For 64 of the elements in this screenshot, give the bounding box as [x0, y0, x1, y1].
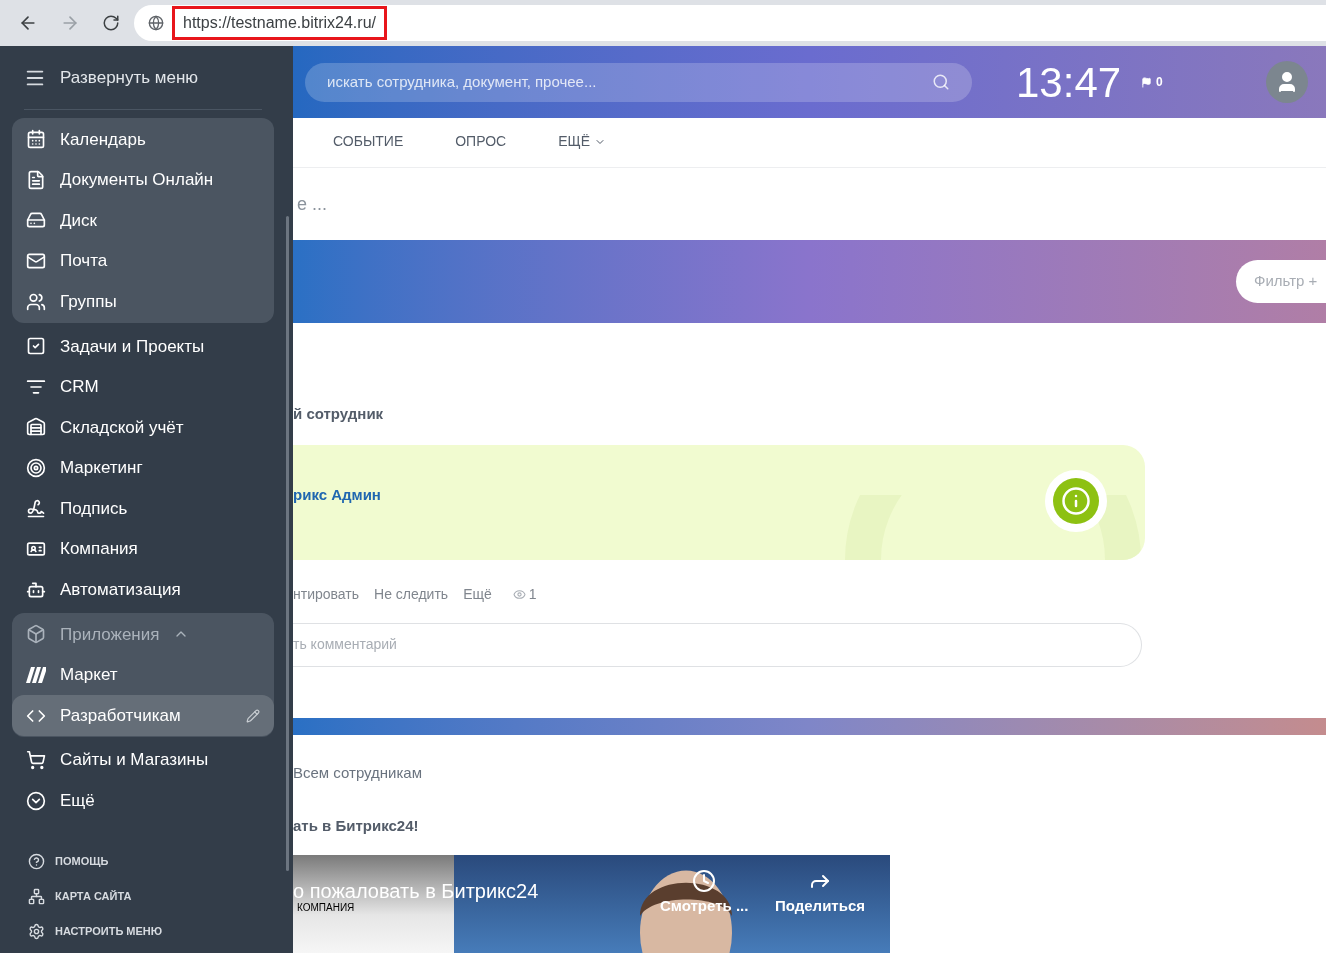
- menu-item[interactable]: Маркетинг: [12, 447, 274, 489]
- clock-time: 13:47: [1016, 57, 1122, 108]
- help-icon: [28, 853, 45, 870]
- user-avatar[interactable]: [1266, 61, 1308, 103]
- footer-menu-item[interactable]: НАСТРОИТЬ МЕНЮ: [12, 914, 274, 949]
- pencil-icon[interactable]: [246, 708, 260, 723]
- post-title: ать в Битрикс24!: [293, 816, 420, 836]
- reload-icon[interactable]: [102, 14, 120, 32]
- menu-item[interactable]: CRM: [12, 366, 274, 408]
- document-icon: [26, 169, 46, 190]
- menu-item[interactable]: Сайты и Магазины: [12, 739, 274, 781]
- settings-icon: [28, 923, 45, 940]
- composer-tab[interactable]: СОБЫТИЕ: [333, 118, 404, 167]
- slashes-icon: [26, 667, 46, 683]
- composer-tab[interactable]: ОПРОС: [455, 118, 507, 167]
- video-caption: КОМПАНИЯ: [297, 902, 355, 913]
- menu-item[interactable]: Разработчикам: [12, 695, 274, 736]
- info-icon: [1061, 485, 1091, 516]
- url-text[interactable]: https://testname.bitrix24.ru/: [172, 6, 387, 40]
- footer-menu-item[interactable]: ПОМОЩЬ: [12, 844, 274, 879]
- employee-name[interactable]: рикс Админ: [293, 483, 381, 507]
- post-title: й сотрудник: [293, 404, 385, 424]
- video-action-button[interactable]: Поделиться: [775, 868, 866, 917]
- menu-item[interactable]: Ещё: [12, 780, 274, 822]
- address-bar[interactable]: https://testname.bitrix24.ru/: [134, 5, 1326, 41]
- menu-item[interactable]: Диск: [12, 200, 274, 241]
- drive-icon: [26, 210, 46, 231]
- cube-icon: [26, 624, 46, 645]
- post-action-link[interactable]: Не следить: [374, 583, 449, 605]
- clock-icon: [692, 868, 717, 893]
- expand-menu-label[interactable]: Развернуть меню: [60, 64, 199, 91]
- scrollbar[interactable]: [286, 216, 289, 871]
- post-action-link[interactable]: нтировать: [293, 583, 359, 605]
- users-icon: [26, 291, 46, 312]
- search-icon[interactable]: [932, 73, 950, 91]
- menu-item[interactable]: Группы: [12, 281, 274, 322]
- flag-icon[interactable]: [1141, 76, 1153, 88]
- menu-item[interactable]: Почта: [12, 240, 274, 282]
- flag-count: 0: [1156, 74, 1163, 91]
- menu-item[interactable]: Приложения: [12, 614, 274, 655]
- menu-item[interactable]: Календарь: [12, 119, 274, 160]
- composer-tab[interactable]: ЕЩЁ: [558, 118, 607, 167]
- signature-icon: [26, 498, 46, 519]
- views-icon: [512, 587, 526, 601]
- menu-item[interactable]: Задачи и Проекты: [12, 325, 274, 367]
- mail-icon: [26, 251, 46, 272]
- menu-item[interactable]: Маркет: [12, 654, 274, 696]
- globe-icon: [148, 15, 164, 31]
- menu-item[interactable]: Складской учёт: [12, 407, 274, 448]
- menu-item[interactable]: Компания: [12, 528, 274, 570]
- views-count: 1: [528, 584, 537, 604]
- cart-icon: [26, 750, 46, 771]
- target-icon: [26, 458, 46, 479]
- footer-menu-item[interactable]: КАРТА САЙТА: [12, 879, 274, 914]
- chevron-circle-icon: [26, 790, 46, 811]
- menu-item[interactable]: Подпись: [12, 488, 274, 529]
- sitemap-icon: [28, 888, 45, 905]
- menu-item[interactable]: Документы Онлайн: [12, 159, 274, 201]
- menu-item[interactable]: Автоматизация: [12, 569, 274, 611]
- calendar-icon: [26, 129, 46, 150]
- recipients-label[interactable]: Всем сотрудникам: [293, 761, 1326, 784]
- post-action-link[interactable]: Ещё: [463, 583, 492, 605]
- checkbox-icon: [26, 336, 46, 357]
- warehouse-icon: [26, 417, 46, 438]
